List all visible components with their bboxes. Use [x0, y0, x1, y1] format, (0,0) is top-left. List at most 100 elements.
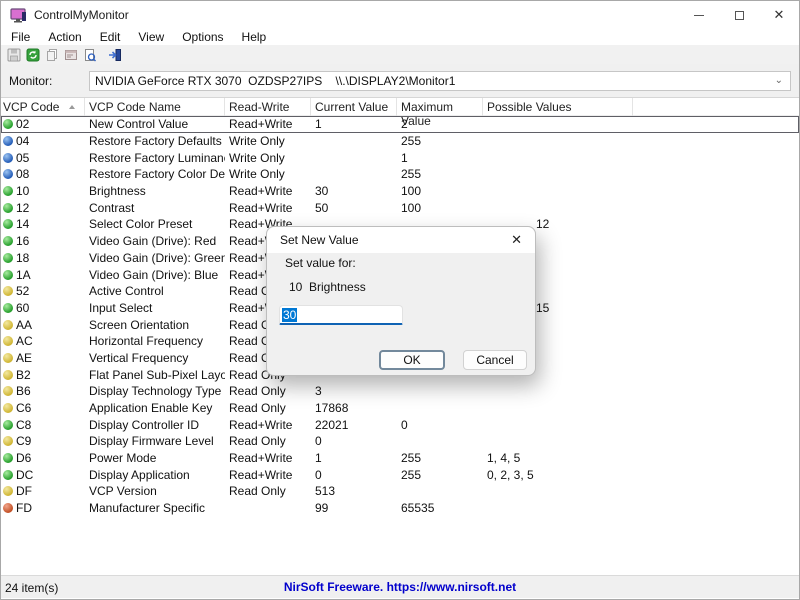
table-row[interactable]: 08 Restore Factory Color Defaul... Write O…	[1, 166, 799, 183]
vcp-code-text: AE	[16, 350, 33, 365]
properties-button[interactable]	[62, 47, 79, 63]
vcp-code-cell: AE	[1, 351, 85, 365]
table-row[interactable]: 12 Contrast Read+Write 50 100	[1, 199, 799, 216]
dialog-close-button[interactable]: ✕	[511, 232, 522, 248]
cancel-button[interactable]: Cancel	[463, 350, 527, 370]
table-row[interactable]: 10 Brightness Read+Write 30 100	[1, 183, 799, 200]
vcp-name-cell: Flat Panel Sub-Pixel Layout	[89, 367, 225, 382]
current-value-cell: 0	[315, 434, 322, 449]
table-row[interactable]: 05 Restore Factory Luminance/ ... Write On…	[1, 149, 799, 166]
vcp-code-cell: 12	[1, 201, 85, 215]
current-value-cell: 1	[315, 117, 322, 132]
table-row[interactable]: DF VCP Version Read Only 513	[1, 483, 799, 500]
vcp-code-cell: AA	[1, 318, 85, 332]
vcp-code-text: C8	[16, 417, 32, 432]
maximum-value-cell: 1	[401, 150, 408, 165]
exit-button[interactable]	[106, 47, 123, 63]
read-write-cell: Read+Write	[229, 117, 293, 132]
app-icon	[10, 7, 26, 22]
table-row[interactable]: DC Display Application Read+Write 0 255 0, 2,…	[1, 466, 799, 483]
status-dot-icon	[3, 236, 13, 247]
vcp-code-cell: 04	[1, 134, 85, 148]
possible-values-cell: 0, 2, 3, 5	[487, 467, 534, 482]
status-dot-icon	[3, 186, 13, 197]
status-dot-icon	[3, 269, 13, 280]
current-value-cell: 513	[315, 484, 336, 499]
vcp-code-text: DF	[16, 484, 32, 499]
menu-options[interactable]: Options	[173, 29, 232, 45]
maximum-value-cell: 255	[401, 451, 422, 466]
menu-help[interactable]: Help	[233, 29, 276, 45]
menu-file[interactable]: File	[2, 29, 39, 45]
current-value-cell: 30	[315, 184, 329, 199]
maximize-button[interactable]	[719, 1, 759, 29]
column-header-possible-values[interactable]: Possible Values	[483, 98, 633, 116]
vcp-code-cell: C8	[1, 418, 85, 432]
column-header-read-write[interactable]: Read-Write	[225, 98, 311, 116]
vcp-code-text: 18	[16, 250, 30, 265]
menu-action[interactable]: Action	[39, 29, 90, 45]
table-row[interactable]: C6 Application Enable Key Read Only 17868	[1, 400, 799, 417]
monitor-combobox[interactable]: NVIDIA GeForce RTX 3070 OZDSP27IPS \\.\D…	[89, 71, 791, 91]
column-header-vcp-code[interactable]: VCP Code	[1, 98, 85, 116]
vcp-name-cell: Vertical Frequency	[89, 350, 189, 365]
ok-button[interactable]: OK	[379, 350, 445, 370]
vcp-code-cell: C6	[1, 401, 85, 415]
vcp-code-text: 04	[16, 134, 30, 149]
read-write-cell: Read+Write	[229, 467, 293, 482]
menu-edit[interactable]: Edit	[91, 29, 130, 45]
menu-view[interactable]: View	[129, 29, 173, 45]
table-row[interactable]: C9 Display Firmware Level Read Only 0	[1, 433, 799, 450]
maximum-value-cell: 2	[401, 117, 408, 132]
copy-button[interactable]	[43, 47, 60, 63]
new-value-input[interactable]: 30	[279, 305, 403, 325]
read-write-cell: Read Only	[229, 484, 286, 499]
table-row[interactable]: 02 New Control Value Read+Write 1 2	[1, 116, 799, 133]
vcp-name-cell: Select Color Preset	[89, 217, 193, 232]
vcp-code-text: D6	[16, 451, 32, 466]
table-row[interactable]: FD Manufacturer Specific 99 65535	[1, 500, 799, 517]
exit-icon	[108, 48, 121, 61]
column-header-current-value[interactable]: Current Value	[311, 98, 397, 116]
vcp-code-cell: 05	[1, 151, 85, 165]
column-header-vcp-code-name[interactable]: VCP Code Name	[85, 98, 225, 116]
vcp-name-cell: Horizontal Frequency	[89, 334, 204, 349]
status-dot-icon	[3, 119, 13, 130]
maximum-value-cell: 255	[401, 134, 422, 149]
vcp-code-text: 52	[16, 284, 30, 299]
read-write-cell: Read Only	[229, 384, 286, 399]
vcp-code-text: C6	[16, 401, 32, 416]
minimize-icon	[694, 14, 704, 16]
save-button[interactable]	[5, 47, 22, 63]
title-bar: ControlMyMonitor ✕	[1, 1, 799, 29]
status-dot-icon	[3, 319, 13, 330]
vcp-name-cell: Manufacturer Specific	[89, 501, 206, 516]
vcp-code-text: DC	[16, 467, 34, 482]
maximum-value-cell: 0	[401, 417, 408, 432]
status-dot-icon	[3, 419, 13, 430]
vcp-code-cell: B6	[1, 384, 85, 398]
minimize-button[interactable]	[679, 1, 719, 29]
report-button[interactable]	[81, 47, 98, 63]
table-row[interactable]: 04 Restore Factory Defaults Write Only 255	[1, 133, 799, 150]
table-row[interactable]: D6 Power Mode Read+Write 1 255 1, 4, 5	[1, 450, 799, 467]
vcp-code-text: 08	[16, 167, 30, 182]
close-button[interactable]: ✕	[759, 1, 799, 29]
read-write-cell: Read+Write	[229, 200, 293, 215]
current-value-cell: 50	[315, 200, 329, 215]
table-row[interactable]: B6 Display Technology Type Read Only 3	[1, 383, 799, 400]
maximum-value-cell: 100	[401, 200, 422, 215]
read-write-cell: Read Only	[229, 401, 286, 416]
column-header-maximum-value[interactable]: Maximum Value	[397, 98, 483, 128]
status-dot-icon	[3, 403, 13, 414]
table-row[interactable]: C8 Display Controller ID Read+Write 22021 0	[1, 416, 799, 433]
vcp-code-cell: FD	[1, 501, 85, 515]
close-icon: ✕	[773, 7, 785, 22]
maximize-icon	[734, 10, 744, 20]
status-dot-icon	[3, 469, 13, 480]
vcp-code-text: B2	[16, 367, 31, 382]
refresh-button[interactable]	[24, 47, 41, 63]
nirsoft-link[interactable]: NirSoft Freeware. https://www.nirsoft.ne…	[1, 580, 799, 594]
read-write-cell: Read Only	[229, 434, 286, 449]
vcp-code-cell: AC	[1, 334, 85, 348]
